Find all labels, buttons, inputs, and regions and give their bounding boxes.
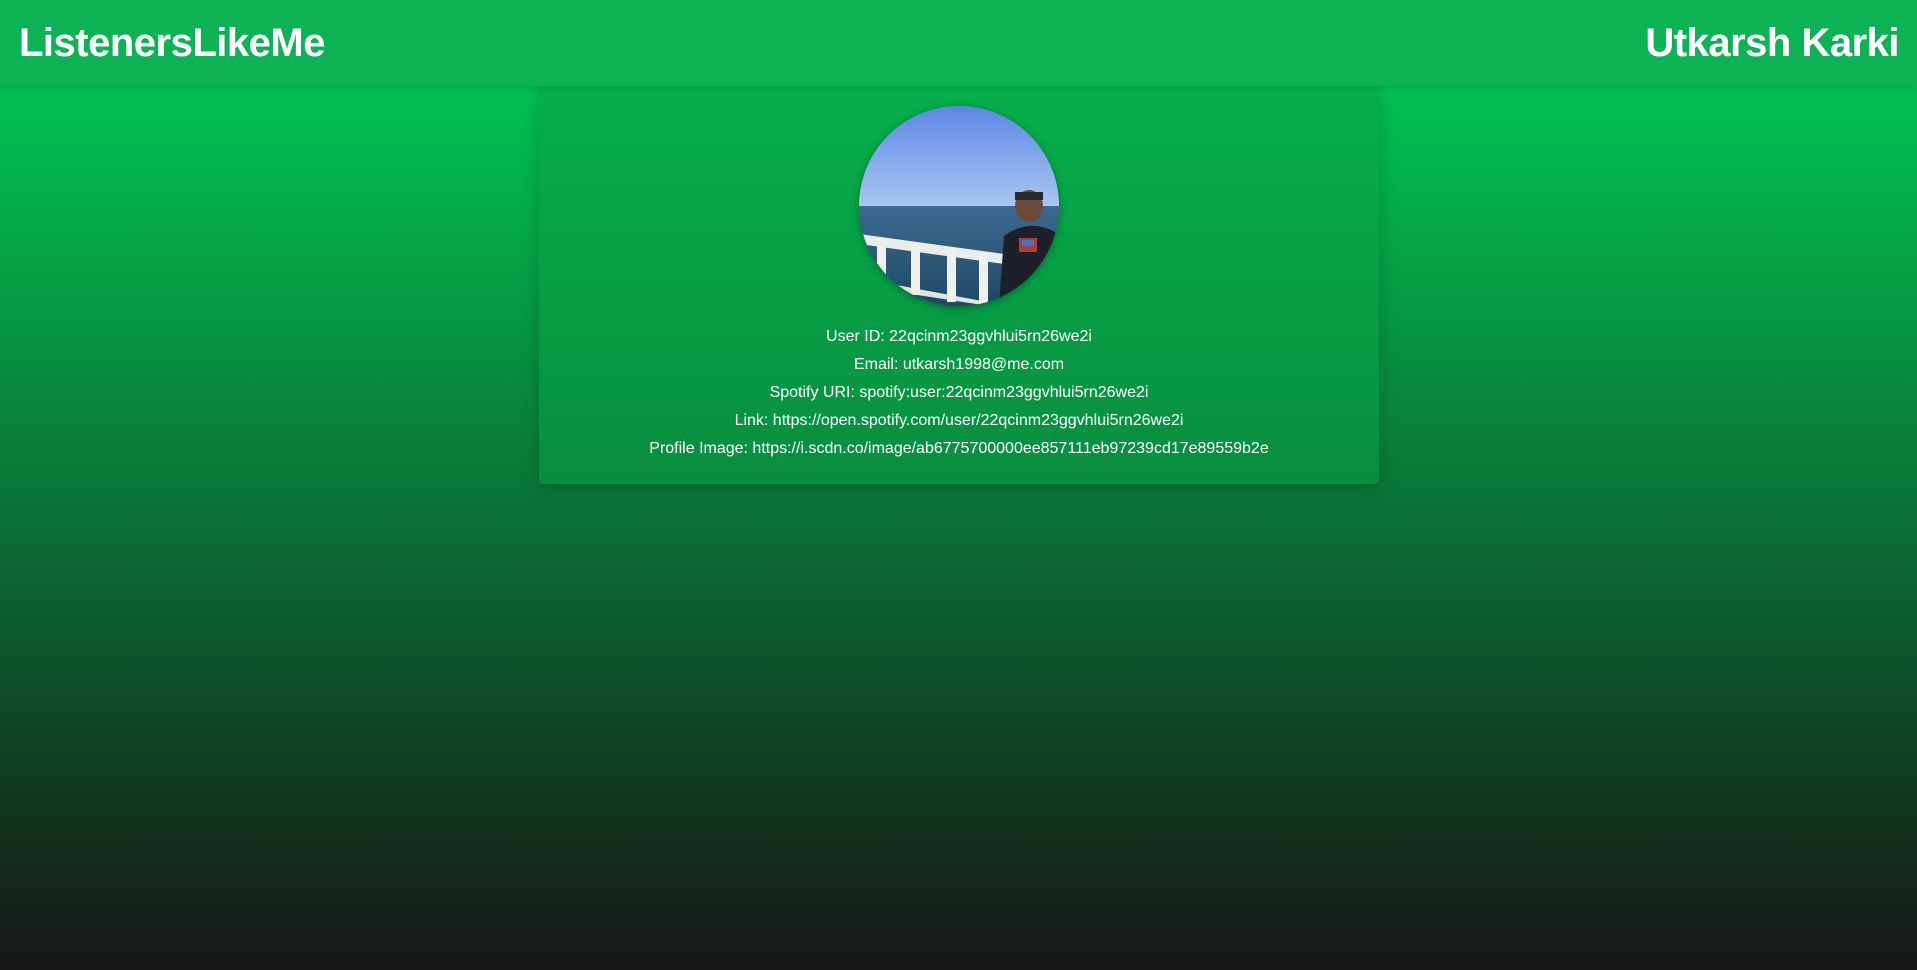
profile-card: User ID: 22qcinm23ggvhlui5rn26we2i Email… — [539, 86, 1379, 484]
user-name: Utkarsh Karki — [1645, 20, 1899, 65]
email-text: Email: utkarsh1998@me.com — [853, 356, 1065, 373]
spotify-uri-text: Spotify URI: spotify:user:22qcinm23ggvhl… — [769, 384, 1149, 401]
app-title[interactable]: ListenersLikeMe — [19, 21, 325, 66]
profile-link-text: Link: https://open.spotify.com/user/22qc… — [734, 412, 1184, 429]
profile-image-url-text: Profile Image: https://i.scdn.co/image/a… — [649, 440, 1269, 457]
user-id-text: User ID: 22qcinm23ggvhlui5rn26we2i — [826, 328, 1092, 345]
top-bar: ListenersLikeMe Utkarsh Karki — [0, 0, 1917, 86]
profile-info: User ID: 22qcinm23ggvhlui5rn26we2i Email… — [539, 323, 1379, 463]
profile-photo-icon — [859, 106, 1059, 306]
profile-avatar — [859, 106, 1059, 306]
